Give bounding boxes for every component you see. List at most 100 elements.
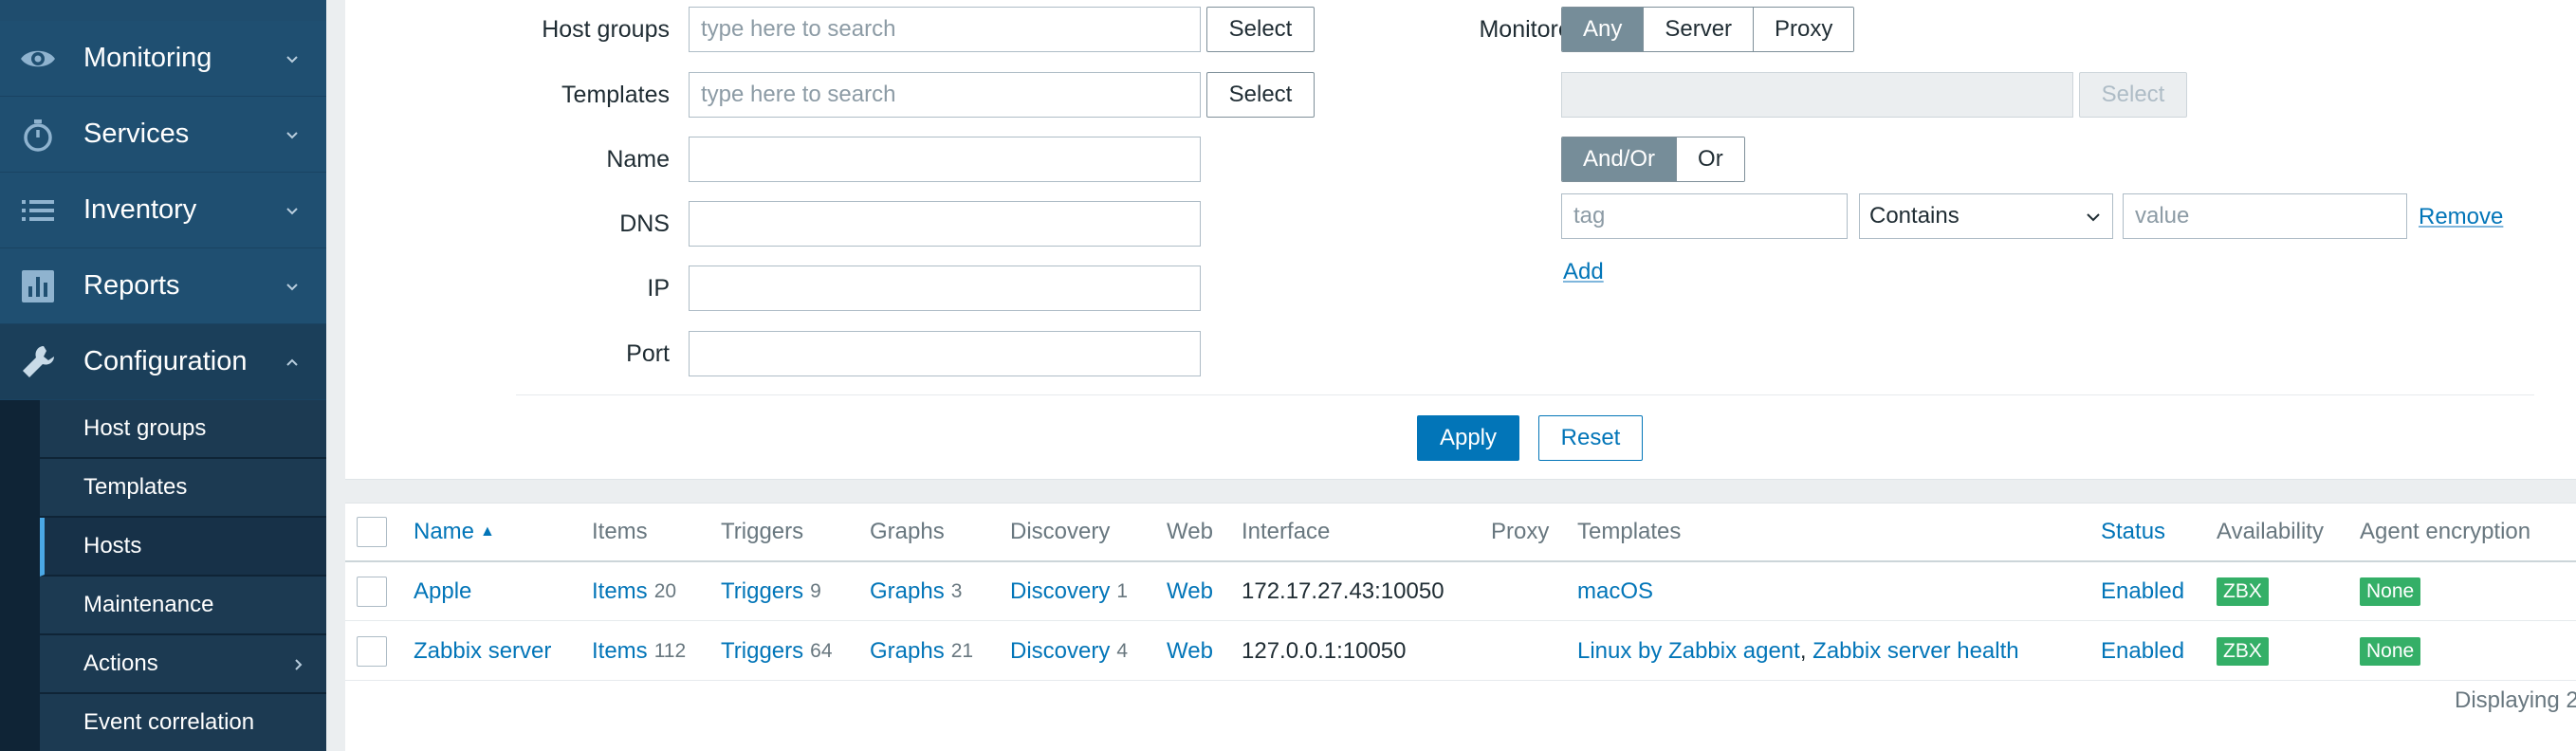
nav-reports[interactable]: Reports [0,248,326,324]
tags-or[interactable]: Or [1677,137,1744,181]
filter-panel: Host groups Select Templates Select Name… [345,0,2576,480]
submenu-actions-label: Actions [83,650,158,676]
table-row: Zabbix server Items 112 Triggers 64 Graphs… [345,622,2576,681]
table-row: Apple Items 20 Triggers 9 Graphs 3 Discover… [345,562,2576,621]
template-link[interactable]: Linux by Zabbix agent [1577,638,1800,665]
submenu-event-correlation[interactable]: Event correlation [40,694,326,751]
host-groups-input[interactable] [689,7,1201,52]
header-availability: Availability [2217,519,2324,544]
nav-monitoring-label: Monitoring [83,43,212,73]
graphs-count: 3 [950,580,963,602]
sidebar: Monitoring Services Inventory Reports Co… [0,0,326,751]
nav-inventory[interactable]: Inventory [0,173,326,248]
row-checkbox[interactable] [357,577,387,607]
status-toggle[interactable]: Enabled [2101,578,2184,605]
templates-select-button[interactable]: Select [1206,72,1315,118]
submenu-hosts[interactable]: Hosts [40,518,326,577]
discovery-link[interactable]: Discovery [1010,578,1110,605]
submenu-maintenance-label: Maintenance [83,592,214,617]
proxy-input [1561,72,2073,118]
tag-input[interactable] [1561,193,1848,239]
tags-and-or[interactable]: And/Or [1562,137,1678,181]
host-groups-select-button[interactable]: Select [1206,7,1315,52]
template-separator: , [1799,638,1807,664]
triggers-link[interactable]: Triggers [721,638,803,665]
nav-configuration[interactable]: Configuration [0,324,326,400]
web-link[interactable]: Web [1167,638,1213,665]
proxy-select-button: Select [2079,72,2187,118]
dns-input[interactable] [689,201,1201,247]
submenu-templates-label: Templates [83,474,188,500]
chevron-right-icon [295,659,303,670]
chevron-up-icon [286,358,298,366]
paging-info: Displaying 2 [2455,687,2576,713]
monitored-by-server[interactable]: Server [1644,8,1755,51]
interface-value: 127.0.0.1:10050 [1242,638,1407,664]
stopwatch-icon [24,119,52,152]
monitored-by-any[interactable]: Any [1562,8,1645,51]
discovery-link[interactable]: Discovery [1010,638,1110,665]
nav-services-label: Services [83,119,190,149]
host-name-link[interactable]: Zabbix server [414,638,551,665]
discovery-count: 1 [1116,580,1129,602]
filter-divider [516,394,2534,395]
ip-label: IP [647,275,670,302]
triggers-count: 64 [810,640,833,662]
add-tag-link[interactable]: Add [1563,259,1604,285]
encryption-badge: None [2360,637,2421,666]
status-toggle[interactable]: Enabled [2101,638,2184,665]
graphs-count: 21 [950,640,974,662]
monitored-by-toggle: Any Server Proxy [1561,7,1855,52]
template-link[interactable]: Zabbix server health [1812,638,2018,665]
availability-badge: ZBX [2217,637,2269,666]
chevron-down-icon [286,284,298,291]
tags-evaltype-toggle: And/Or Or [1561,137,1745,182]
items-link[interactable]: Items [592,578,648,605]
row-checkbox[interactable] [357,636,387,667]
header-graphs: Graphs [870,519,945,544]
templates-label: Templates [561,82,670,108]
header-interface: Interface [1242,519,1331,544]
name-label: Name [606,146,670,173]
submenu-templates[interactable]: Templates [40,459,326,518]
header-agent-encryption: Agent encryption [2360,519,2531,544]
header-name[interactable]: Name ▲ [414,504,495,560]
nav-monitoring[interactable]: Monitoring [0,21,326,97]
submenu-host-groups-label: Host groups [83,415,207,441]
graphs-link[interactable]: Graphs [870,638,945,665]
host-name-link[interactable]: Apple [414,578,471,605]
templates-input[interactable] [689,72,1201,118]
header-status[interactable]: Status [2101,504,2165,560]
tag-operator-select[interactable]: Contains [1859,193,2113,239]
submenu-actions[interactable]: Actions [40,635,326,694]
bar-chart-icon [22,270,54,302]
chevron-down-icon [286,208,298,215]
monitored-by-proxy[interactable]: Proxy [1754,8,1854,51]
chevron-down-icon [286,132,298,139]
submenu-host-groups[interactable]: Host groups [40,400,326,459]
nav-services[interactable]: Services [0,97,326,173]
nav-configuration-label: Configuration [83,346,248,376]
web-link[interactable]: Web [1167,578,1213,605]
configuration-submenu: Host groups Templates Hosts Maintenance … [0,400,326,751]
submenu-maintenance[interactable]: Maintenance [40,577,326,635]
header-triggers: Triggers [721,519,804,544]
name-input[interactable] [689,137,1201,182]
items-link[interactable]: Items [592,638,648,665]
remove-tag-link[interactable]: Remove [2419,204,2503,230]
triggers-link[interactable]: Triggers [721,578,803,605]
availability-badge: ZBX [2217,577,2269,606]
reset-button[interactable]: Reset [1538,415,1643,461]
ip-input[interactable] [689,266,1201,311]
encryption-badge: None [2360,577,2421,606]
items-count: 20 [653,580,677,602]
triggers-count: 9 [810,580,821,602]
apply-button[interactable]: Apply [1417,415,1519,461]
nav-reports-label: Reports [83,270,180,301]
port-label: Port [626,340,670,367]
port-input[interactable] [689,331,1201,376]
tag-value-input[interactable] [2123,193,2407,239]
graphs-link[interactable]: Graphs [870,578,945,605]
select-all-checkbox[interactable] [357,517,387,547]
template-link[interactable]: macOS [1577,578,1653,605]
